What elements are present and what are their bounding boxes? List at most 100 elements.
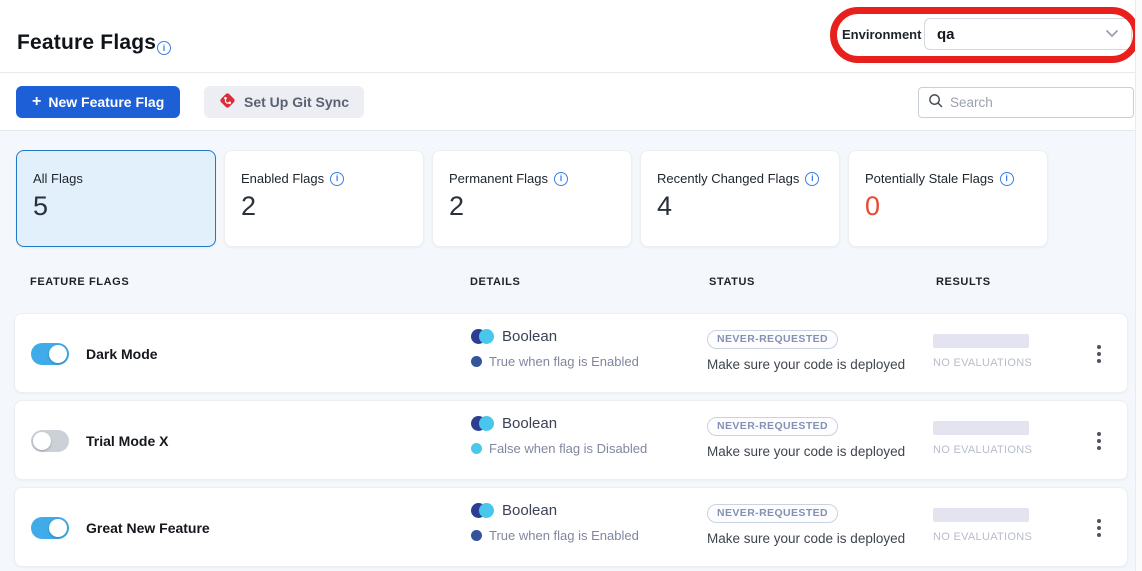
plus-icon: + [32, 93, 41, 111]
stat-label: Enabled Flags [241, 171, 324, 186]
results-bar [933, 421, 1029, 435]
results-column: NO EVALUATIONS [933, 508, 1032, 543]
stat-label-line: Recently Changed Flags i [657, 171, 819, 186]
environment-select[interactable]: qa [924, 18, 1132, 50]
default-value-line: True when flag is Enabled [471, 528, 639, 543]
status-text: Make sure your code is deployed [707, 357, 905, 372]
status-badge: NEVER-REQUESTED [707, 504, 838, 523]
results-column: NO EVALUATIONS [933, 421, 1032, 456]
stat-label: Permanent Flags [449, 171, 548, 186]
default-value-dot [471, 530, 482, 541]
stat-value: 2 [241, 191, 256, 222]
results-column: NO EVALUATIONS [933, 334, 1032, 369]
feature-flag-row[interactable]: Great New Feature Boolean True when flag… [14, 487, 1128, 567]
environment-label: Environment [842, 27, 921, 42]
row-menu-kebab-icon[interactable] [1089, 427, 1109, 455]
new-feature-flag-label: New Feature Flag [48, 94, 164, 110]
stat-label-line: Permanent Flags i [449, 171, 568, 186]
row-menu-kebab-icon[interactable] [1089, 514, 1109, 542]
status-column: NEVER-REQUESTED Make sure your code is d… [707, 416, 905, 459]
stat-card-all-flags[interactable]: All Flags i 5 [16, 150, 216, 247]
info-icon[interactable]: i [554, 172, 568, 186]
info-glyph: i [336, 174, 339, 183]
info-icon[interactable]: i [157, 41, 171, 55]
page-title: Feature Flags [17, 31, 156, 55]
git-icon [219, 92, 236, 112]
stat-label: All Flags [33, 171, 83, 186]
status-badge: NEVER-REQUESTED [707, 417, 838, 436]
search-icon [928, 93, 943, 113]
feature-flag-row[interactable]: Trial Mode X Boolean False when flag is … [14, 400, 1128, 480]
info-icon[interactable]: i [805, 172, 819, 186]
stat-label: Recently Changed Flags [657, 171, 799, 186]
search-box [918, 87, 1134, 118]
column-header-status: STATUS [709, 276, 755, 288]
search-input[interactable] [950, 95, 1124, 110]
column-header-results: RESULTS [936, 276, 991, 288]
toggle-knob [33, 432, 51, 450]
status-column: NEVER-REQUESTED Make sure your code is d… [707, 329, 905, 372]
flag-name[interactable]: Trial Mode X [86, 433, 168, 449]
type-line: Boolean [471, 328, 639, 345]
info-glyph: i [163, 44, 166, 53]
set-up-git-sync-label: Set Up Git Sync [244, 94, 349, 110]
status-badge: NEVER-REQUESTED [707, 330, 838, 349]
type-label: Boolean [502, 328, 557, 345]
results-text: NO EVALUATIONS [933, 531, 1032, 543]
flag-toggle[interactable] [31, 343, 69, 365]
default-value-text: False when flag is Disabled [489, 441, 647, 456]
flag-name[interactable]: Great New Feature [86, 520, 210, 536]
status-column: NEVER-REQUESTED Make sure your code is d… [707, 503, 905, 546]
stat-value: 4 [657, 191, 672, 222]
stat-card-potentially-stale-flags[interactable]: Potentially Stale Flags i 0 [848, 150, 1048, 247]
boolean-type-icon [471, 503, 494, 518]
stat-card-enabled-flags[interactable]: Enabled Flags i 2 [224, 150, 424, 247]
row-menu-kebab-icon[interactable] [1089, 340, 1109, 368]
type-line: Boolean [471, 502, 639, 519]
type-line: Boolean [471, 415, 647, 432]
stat-card-permanent-flags[interactable]: Permanent Flags i 2 [432, 150, 632, 247]
default-value-text: True when flag is Enabled [489, 354, 639, 369]
feature-flags-page: Feature Flags i Environment qa + New Fea… [0, 0, 1142, 571]
default-value-line: True when flag is Enabled [471, 354, 639, 369]
boolean-type-icon [471, 329, 494, 344]
stat-label-line: All Flags i [33, 171, 83, 186]
stat-value: 5 [33, 191, 48, 222]
scrollbar[interactable] [1135, 0, 1142, 571]
stat-card-recently-changed-flags[interactable]: Recently Changed Flags i 4 [640, 150, 840, 247]
page-header: Feature Flags i Environment qa [0, 0, 1142, 72]
details-column: Boolean False when flag is Disabled [471, 415, 647, 456]
results-text: NO EVALUATIONS [933, 444, 1032, 456]
toggle-knob [49, 519, 67, 537]
default-value-dot [471, 443, 482, 454]
stat-label: Potentially Stale Flags [865, 171, 994, 186]
feature-flag-row[interactable]: Dark Mode Boolean True when flag is Enab… [14, 313, 1128, 393]
environment-value: qa [937, 26, 955, 43]
column-header-details: DETAILS [470, 276, 520, 288]
results-bar [933, 334, 1029, 348]
main-content: All Flags i 5 Enabled Flags i 2 Permanen… [0, 131, 1142, 571]
new-feature-flag-button[interactable]: + New Feature Flag [16, 86, 180, 118]
details-column: Boolean True when flag is Enabled [471, 328, 639, 369]
flag-toggle[interactable] [31, 430, 69, 452]
details-column: Boolean True when flag is Enabled [471, 502, 639, 543]
default-value-line: False when flag is Disabled [471, 441, 647, 456]
stat-value: 2 [449, 191, 464, 222]
info-icon[interactable]: i [330, 172, 344, 186]
results-bar [933, 508, 1029, 522]
info-glyph: i [560, 174, 563, 183]
info-glyph: i [1005, 174, 1008, 183]
type-label: Boolean [502, 415, 557, 432]
default-value-dot [471, 356, 482, 367]
info-icon[interactable]: i [1000, 172, 1014, 186]
set-up-git-sync-button[interactable]: Set Up Git Sync [204, 86, 364, 118]
flag-toggle[interactable] [31, 517, 69, 539]
table-column-headers: FEATURE FLAGS DETAILS STATUS RESULTS [0, 276, 1142, 296]
status-text: Make sure your code is deployed [707, 444, 905, 459]
flag-name[interactable]: Dark Mode [86, 346, 158, 362]
chevron-down-icon [1105, 25, 1119, 43]
default-value-text: True when flag is Enabled [489, 528, 639, 543]
stat-label-line: Enabled Flags i [241, 171, 344, 186]
stat-label-line: Potentially Stale Flags i [865, 171, 1014, 186]
info-glyph: i [811, 174, 814, 183]
